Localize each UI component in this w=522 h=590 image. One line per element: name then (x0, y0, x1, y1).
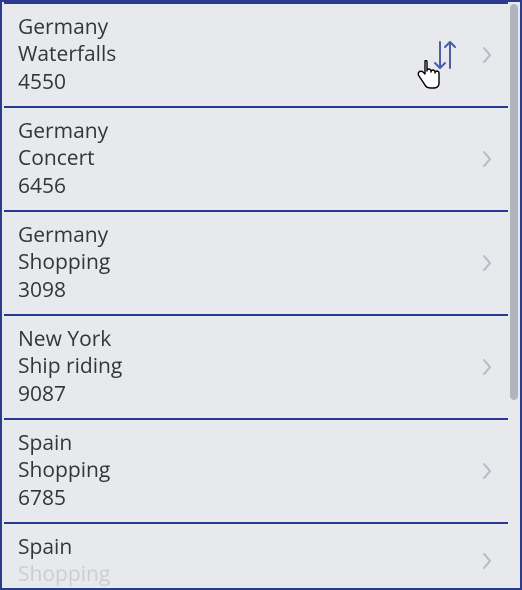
value-label: 9087 (18, 381, 480, 408)
activity-label: Concert (18, 145, 480, 172)
scrollbar-thumb[interactable] (510, 4, 518, 400)
scrollbar[interactable] (510, 4, 518, 586)
activity-label: Ship riding (18, 353, 480, 380)
activity-label: Shopping (18, 561, 480, 588)
chevron-right-icon (480, 460, 494, 482)
list-item-text: Germany Waterfalls 4550 (18, 14, 432, 96)
location-label: Germany (18, 118, 480, 145)
chevron-right-icon (480, 252, 494, 274)
value-label: 3098 (18, 277, 480, 304)
value-label: 6456 (18, 173, 480, 200)
activity-label: Shopping (18, 457, 480, 484)
value-label: 6785 (18, 485, 480, 512)
list-item[interactable]: Germany Waterfalls 4550 (4, 2, 508, 108)
location-label: Spain (18, 430, 480, 457)
list-item-text: Germany Concert 6456 (18, 118, 480, 200)
list-item[interactable]: Germany Concert 6456 (4, 106, 508, 212)
list-item-text: New York Ship riding 9087 (18, 326, 480, 408)
chevron-right-icon (480, 356, 494, 378)
value-label: 4550 (18, 69, 432, 96)
list-item-text: Germany Shopping 3098 (18, 222, 480, 304)
location-label: New York (18, 326, 480, 353)
sort-icon[interactable] (432, 39, 458, 71)
list-item-text: Spain Shopping (18, 534, 480, 588)
list-frame: Germany Waterfalls 4550 (0, 0, 522, 590)
activity-label: Waterfalls (18, 41, 432, 68)
location-label: Germany (18, 14, 432, 41)
list-item[interactable]: Spain Shopping (4, 522, 508, 588)
list-item[interactable]: Spain Shopping 6785 (4, 418, 508, 524)
location-label: Spain (18, 534, 480, 561)
chevron-right-icon (480, 44, 494, 66)
chevron-right-icon (480, 550, 494, 572)
chevron-right-icon (480, 148, 494, 170)
list-container: Germany Waterfalls 4550 (4, 2, 508, 588)
list-item-text: Spain Shopping 6785 (18, 430, 480, 512)
list-item[interactable]: Germany Shopping 3098 (4, 210, 508, 316)
list-item[interactable]: New York Ship riding 9087 (4, 314, 508, 420)
location-label: Germany (18, 222, 480, 249)
activity-label: Shopping (18, 249, 480, 276)
